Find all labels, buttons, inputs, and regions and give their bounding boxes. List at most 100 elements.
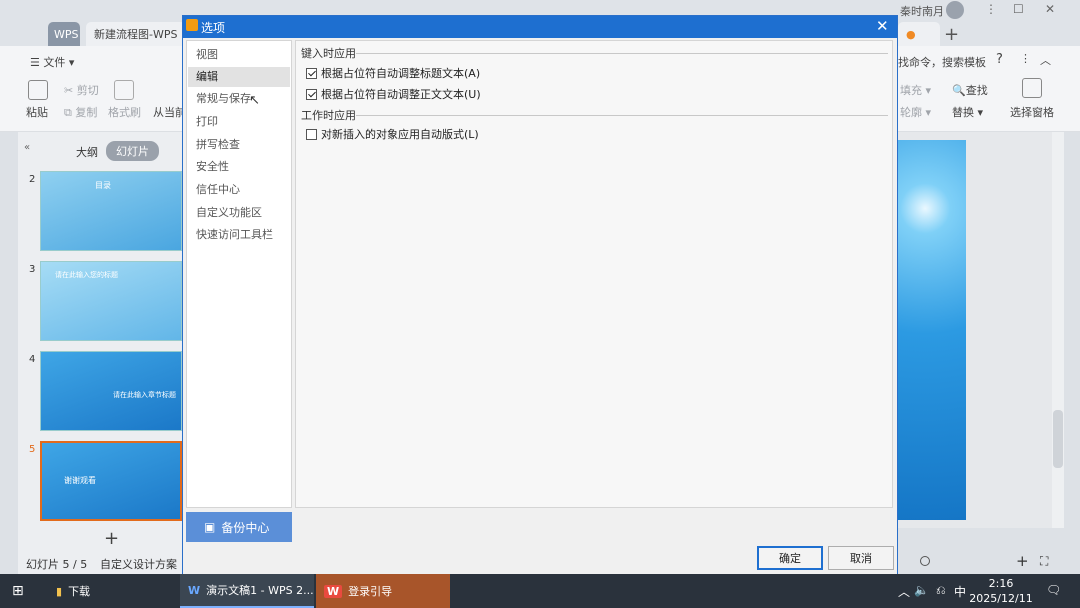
slide-number: 5 <box>29 444 36 455</box>
tray-expand-icon[interactable]: ︿ <box>898 583 910 600</box>
option-auto-layout[interactable]: 对新插入的对象应用自动版式(L) <box>306 126 479 142</box>
vertical-scrollbar[interactable] <box>1052 132 1064 528</box>
slide-counter: 幻灯片 5 / 5 <box>26 558 88 571</box>
find-button[interactable]: 🔍查找 <box>952 82 988 98</box>
section-apply-as-you-work: 工作时应用 <box>301 109 356 122</box>
dialog-title-bar[interactable]: 选项 ✕ <box>183 16 897 38</box>
notifications-icon[interactable]: 🗨 <box>1046 583 1061 597</box>
outline-button[interactable]: 轮廓 ▾ <box>900 104 931 120</box>
slide-number: 3 <box>29 264 36 275</box>
downloads-label: 下载 <box>68 585 91 598</box>
add-slide-button[interactable]: + <box>104 528 119 549</box>
ok-button[interactable]: 确定 <box>757 546 823 570</box>
slide-thumbnail-selected[interactable]: 谢谢观看 <box>40 441 182 521</box>
clock-date: 2025/12/11 <box>969 592 1033 605</box>
selection-pane-icon[interactable] <box>1022 78 1042 98</box>
nav-item-trust-center[interactable]: 信任中心 <box>188 180 290 200</box>
collapse-ribbon-icon[interactable]: ︿ <box>1040 52 1051 68</box>
folder-icon: ▮ <box>56 584 63 598</box>
zoom-slider-knob[interactable] <box>920 556 930 566</box>
nav-item-security[interactable]: 安全性 <box>188 157 290 177</box>
menu-icon[interactable]: ⋮ <box>985 2 997 16</box>
nav-item-spellcheck[interactable]: 拼写检查 <box>188 135 290 155</box>
copy-button[interactable]: ⧉ 复制 <box>64 104 97 120</box>
slide-thumbnail[interactable]: 请在此输入您的标题 <box>40 261 182 341</box>
nav-item-print[interactable]: 打印 <box>188 112 290 132</box>
thumb-title: 目录 <box>95 181 111 190</box>
selection-pane-label[interactable]: 选择窗格 <box>1010 104 1054 120</box>
wps-label: 演示文稿1 - WPS 2... <box>206 584 314 597</box>
autofit-body-label: 根据占位符自动调整正文文本(U) <box>321 88 481 101</box>
backup-label: 备份中心 <box>221 520 270 535</box>
tab-outline[interactable]: 大纲 <box>76 144 98 160</box>
paste-label[interactable]: 粘贴 <box>26 104 48 120</box>
collapse-panel-icon[interactable]: « <box>24 142 30 153</box>
thumb-title: 请在此输入章节标题 <box>113 391 176 399</box>
thumb-title: 请在此输入您的标题 <box>55 271 118 279</box>
nav-item-view[interactable]: 视图 <box>188 45 290 65</box>
user-name[interactable]: 秦时南月 <box>900 3 944 19</box>
taskbar-login-guide[interactable]: W 登录引导 <box>316 574 450 608</box>
maximize-icon[interactable]: ☐ <box>1013 2 1024 16</box>
autofit-body-checkbox[interactable] <box>306 88 317 100</box>
nav-item-quick-access[interactable]: 快速访问工具栏 <box>188 225 290 245</box>
option-autofit-title[interactable]: 根据占位符自动调整标题文本(A) <box>306 65 480 81</box>
avatar[interactable] <box>946 1 964 19</box>
tab-slides[interactable]: 幻灯片 <box>106 141 159 161</box>
zoom-in-icon[interactable]: + <box>1016 552 1029 570</box>
command-search[interactable]: 找命令，搜索模板 <box>898 54 986 70</box>
auto-layout-checkbox[interactable] <box>306 128 317 140</box>
taskbar-downloads[interactable]: ▮ 下载 <box>48 574 178 608</box>
options-nav: 视图 编辑 常规与保存 打印 拼写检查 安全性 信任中心 自定义功能区 快速访问… <box>186 40 292 508</box>
taskbar-wps-presentation[interactable]: W 演示文稿1 - WPS 2... <box>180 574 314 608</box>
ime-indicator[interactable]: 中 <box>954 583 966 600</box>
slide-thumbnail[interactable]: 目录 <box>40 171 182 251</box>
nav-item-customize-ribbon[interactable]: 自定义功能区 <box>188 203 290 223</box>
fill-button[interactable]: 填充 ▾ <box>900 82 931 98</box>
tab-flowchart[interactable]: 新建流程图-WPS <box>86 22 186 46</box>
mouse-cursor: ↖ <box>249 93 260 108</box>
option-autofit-body[interactable]: 根据占位符自动调整正文文本(U) <box>306 86 481 102</box>
taskbar: ⊞ ▮ 下载 W 演示文稿1 - WPS 2... W 登录引导 ︿ 🔈 ⎌ 中… <box>0 574 1080 608</box>
paste-icon[interactable] <box>28 80 48 100</box>
close-icon[interactable]: ✕ <box>876 17 889 35</box>
thumb-title: 谢谢观看 <box>64 476 96 485</box>
clock[interactable]: 2:16 2025/12/11 <box>966 576 1036 606</box>
section-divider <box>356 115 888 116</box>
slide-number: 4 <box>29 354 36 365</box>
options-content: 键入时应用 根据占位符自动调整标题文本(A) 根据占位符自动调整正文文本(U) … <box>295 40 893 508</box>
wps-icon: W <box>188 583 201 597</box>
scrollbar-thumb[interactable] <box>1053 410 1063 468</box>
design-scheme[interactable]: 自定义设计方案 <box>100 556 177 572</box>
current-slide[interactable] <box>898 140 966 520</box>
cancel-button[interactable]: 取消 <box>828 546 894 570</box>
clock-time: 2:16 <box>988 577 1014 590</box>
format-painter-icon[interactable] <box>114 80 134 100</box>
file-menu[interactable]: ☰ 文件 ▾ <box>30 54 74 70</box>
options-dialog: 选项 ✕ 视图 编辑 常规与保存 打印 拼写检查 安全性 信任中心 自定义功能区… <box>182 15 898 575</box>
help-icon[interactable]: ? <box>996 52 1003 67</box>
slide-thumbnail[interactable]: 请在此输入章节标题 <box>40 351 182 431</box>
slide-number: 2 <box>29 174 36 185</box>
fit-window-icon[interactable]: ⛶ <box>1040 554 1048 569</box>
replace-button[interactable]: 替换 ▾ <box>952 104 983 120</box>
volume-icon[interactable]: 🔈 <box>914 583 929 597</box>
new-tab-button[interactable]: + <box>944 24 959 45</box>
nav-item-edit[interactable]: 编辑 <box>188 67 290 87</box>
autofit-title-checkbox[interactable] <box>306 67 317 79</box>
windows-start-icon[interactable]: ⊞ <box>12 583 24 599</box>
network-icon[interactable]: ⎌ <box>936 583 946 598</box>
cut-button[interactable]: ✂ 剪切 <box>64 82 99 98</box>
backup-icon: ▣ <box>204 520 216 534</box>
format-painter-label[interactable]: 格式刷 <box>108 104 141 120</box>
tab-current-document[interactable]: ● <box>898 22 940 46</box>
auto-layout-label: 对新插入的对象应用自动版式(L) <box>321 128 479 141</box>
backup-center-button[interactable]: ▣ 备份中心 <box>186 512 292 542</box>
tab-wps-home[interactable]: WPS <box>48 22 80 46</box>
options-icon <box>186 19 198 31</box>
more-icon[interactable]: ⋮ <box>1020 52 1031 65</box>
nav-item-general-save[interactable]: 常规与保存 <box>188 89 290 109</box>
login-label: 登录引导 <box>348 585 393 598</box>
autofit-title-label: 根据占位符自动调整标题文本(A) <box>321 67 481 80</box>
close-window-icon[interactable]: ✕ <box>1045 2 1055 16</box>
